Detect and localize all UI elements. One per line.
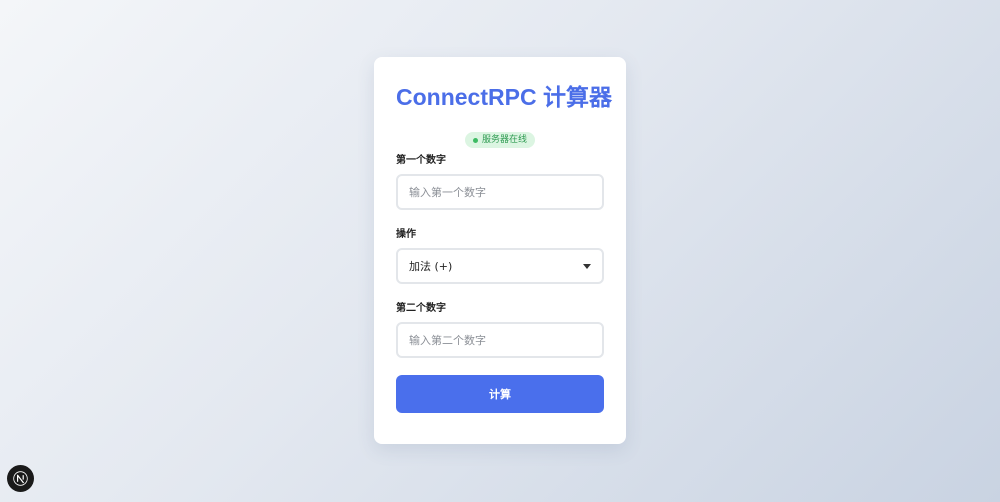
operation-selected-value: 加法 (+) [409, 260, 453, 273]
operation-label: 操作 [396, 229, 416, 240]
second-number-label: 第二个数字 [396, 303, 446, 314]
calculator-card: ConnectRPC 计算器 服务器在线 第一个数字 操作 加法 (+) 第二个… [374, 57, 626, 444]
operation-select[interactable]: 加法 (+) [396, 248, 604, 284]
status-badge: 服务器在线 [464, 132, 535, 148]
calculate-button[interactable]: 计算 [396, 375, 604, 413]
nextjs-devtools-button[interactable] [7, 465, 34, 492]
page-title: ConnectRPC 计算器 [396, 84, 612, 110]
second-number-input[interactable] [396, 322, 604, 358]
status-dot-icon [472, 137, 478, 143]
status-text: 服务器在线 [481, 135, 527, 145]
chevron-down-icon [583, 263, 591, 269]
first-number-label: 第一个数字 [396, 155, 446, 166]
first-number-input[interactable] [396, 174, 604, 210]
status-row: 服务器在线 [396, 132, 604, 148]
nextjs-logo-icon [13, 471, 28, 486]
